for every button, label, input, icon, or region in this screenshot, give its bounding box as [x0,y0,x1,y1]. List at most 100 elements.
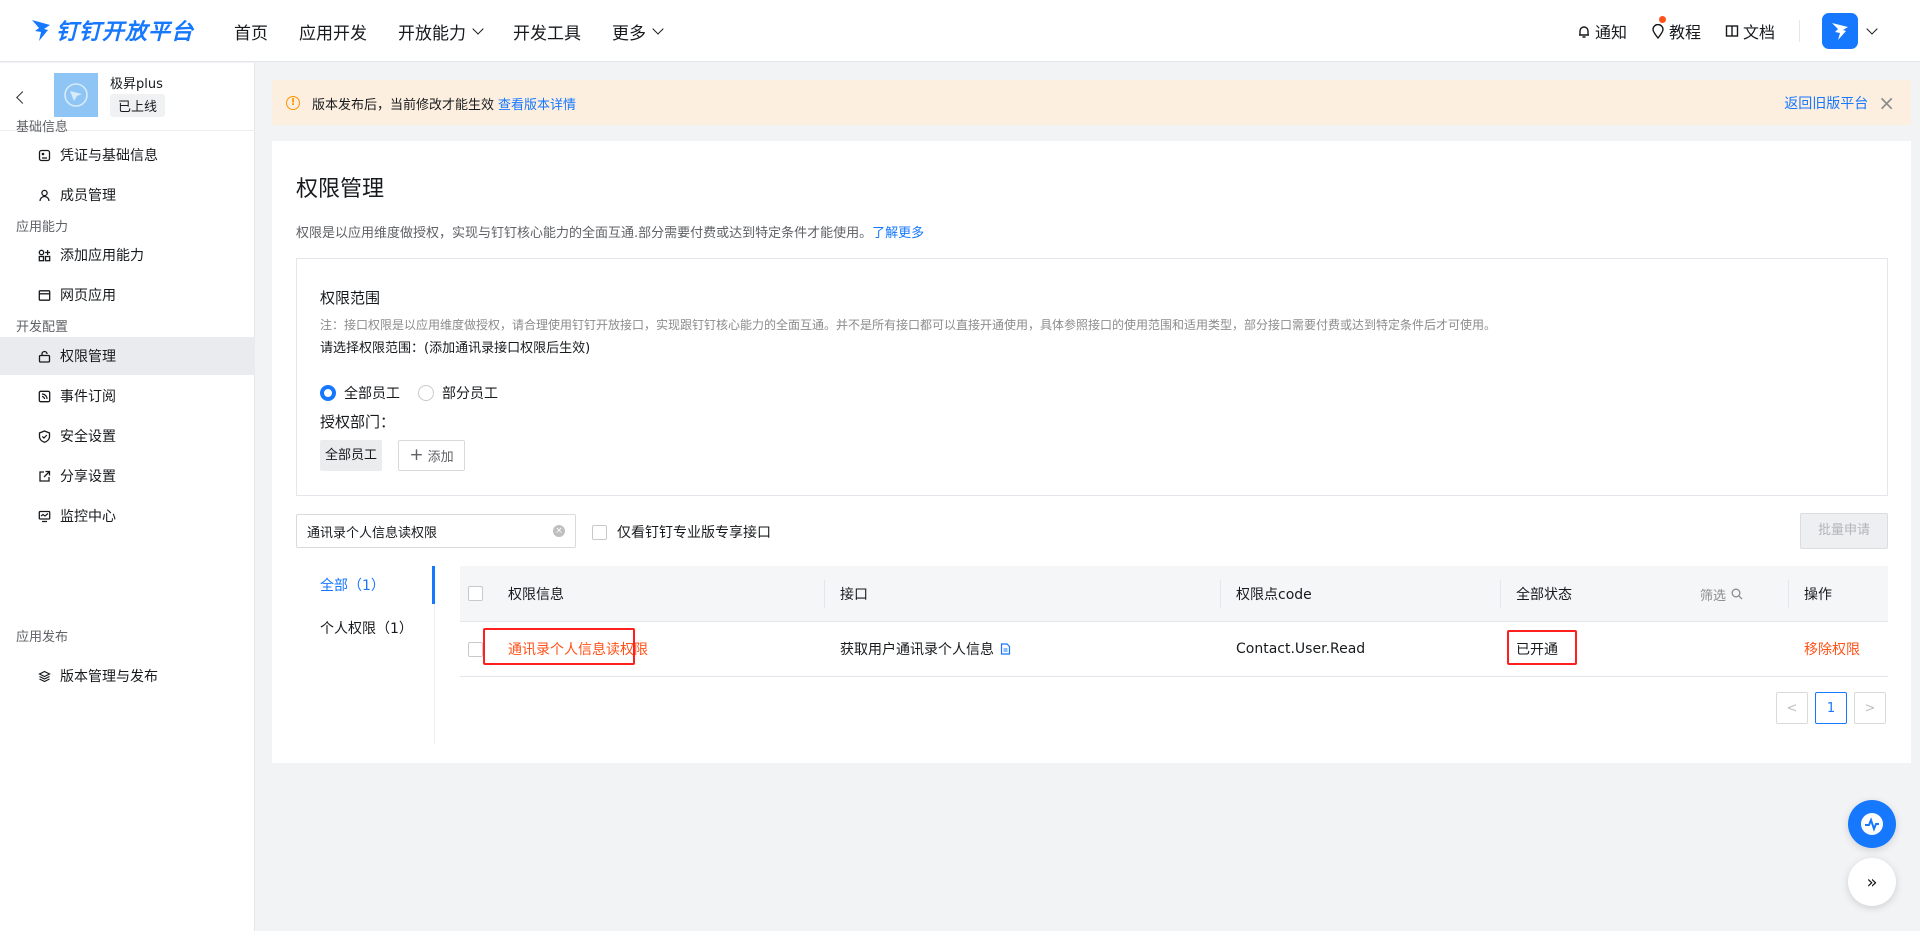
sidebar-item-web-app[interactable]: 网页应用 [0,276,255,314]
sidebar-item-label: 成员管理 [60,188,116,204]
section-dev-config: 开发配置 [16,320,69,335]
sidebar-item-members[interactable]: 成员管理 [0,176,255,214]
nav-open-ability-label: 开放能力 [398,23,466,44]
table-row: 通讯录个人信息读权限 获取用户通讯录个人信息 Contact.User.Read… [460,622,1888,677]
prev-page-button[interactable]: < [1776,692,1808,724]
column-divider [824,580,825,608]
nav-home[interactable]: 首页 [234,19,268,44]
add-dept-button[interactable]: + 添加 [398,440,465,471]
sidebar: 极昇plus 已上线 基础信息 凭证与基础信息 成员管理 应用能力 添加应用能力… [0,63,255,931]
scope-note: 注：接口权限是以应用维度做授权，请合理使用钉钉开放接口，实现跟钉钉核心能力的全面… [320,318,1497,332]
sidebar-item-security[interactable]: 安全设置 [0,417,255,455]
book-icon [1725,24,1739,37]
user-avatar[interactable] [1822,13,1858,49]
sidebar-item-versions[interactable]: 版本管理与发布 [0,657,255,695]
view-version-link[interactable]: 查看版本详情 [498,98,576,113]
col-api: 接口 [840,586,868,603]
sidebar-item-label: 凭证与基础信息 [60,148,158,164]
sidebar-item-monitor[interactable]: 监控中心 [0,497,255,535]
dingtalk-bird-icon [32,20,50,41]
docs-link[interactable]: 文档 [1725,19,1775,43]
app-icon [54,73,98,117]
page-description: 权限是以应用维度做授权，实现与钉钉核心能力的全面互通.部分需要付费或达到特定条件… [296,222,924,241]
app-status-badge: 已上线 [110,94,166,117]
nav-dev-tools[interactable]: 开发工具 [513,19,581,44]
row-checkbox[interactable] [468,641,483,657]
notify-label: 通知 [1594,23,1627,42]
highlight-box [1507,630,1577,665]
dingtalk-logo[interactable]: 钉钉开放平台 [30,12,194,48]
page-description-text: 权限是以应用维度做授权，实现与钉钉核心能力的全面互通.部分需要付费或达到特定条件… [296,226,873,241]
expand-button[interactable]: » [1848,858,1896,906]
page-1-button[interactable]: 1 [1815,692,1847,724]
sidebar-item-label: 添加应用能力 [60,248,144,264]
sidebar-item-label: 权限管理 [60,349,116,365]
tab-personal[interactable]: 个人权限（1） [320,618,413,638]
document-link-icon[interactable] [1000,643,1011,655]
select-all-checkbox[interactable] [468,586,483,601]
assistant-icon [1861,813,1883,835]
scope-title: 权限范围 [320,289,381,307]
banner-message: 版本发布后，当前修改才能生效 [312,98,495,113]
chevron-down-icon[interactable] [1866,23,1878,35]
filter-label: 筛选 [1700,588,1727,604]
column-divider [1220,580,1221,608]
section-app-release: 应用发布 [16,630,69,645]
docs-label: 文档 [1742,23,1775,42]
radio-part-employees[interactable] [418,385,434,401]
notify-link[interactable]: 通知 [1577,19,1627,43]
row-select-cell [468,622,483,676]
close-icon[interactable]: × [1878,93,1895,113]
only-pro-filter[interactable]: 仅看钉钉专业版专享接口 [592,522,771,542]
tutorial-label: 教程 [1668,23,1701,42]
radio-all-employees[interactable] [320,385,336,401]
divider [1799,20,1800,42]
tab-all[interactable]: 全部（1） [320,575,385,595]
nav-open-ability[interactable]: 开放能力 [398,19,484,44]
radio-all-label[interactable]: 全部员工 [344,383,400,403]
clear-icon[interactable]: × [553,525,565,537]
only-pro-checkbox[interactable] [592,524,607,540]
status-filter[interactable]: 筛选 [1700,566,1743,622]
rss-icon [38,390,51,402]
back-to-old-platform-link[interactable]: 返回旧版平台 [1784,93,1868,113]
only-pro-label: 仅看钉钉专业版专享接口 [617,525,771,541]
nav-app-dev[interactable]: 应用开发 [299,19,367,44]
remove-permission-link[interactable]: 移除权限 [1804,639,1860,659]
assistant-button[interactable] [1848,800,1896,848]
search-input[interactable] [297,515,527,547]
sidebar-item-label: 版本管理与发布 [60,669,158,685]
banner-text: 版本发布后，当前修改才能生效 查看版本详情 [312,94,576,113]
credential-icon [38,149,51,161]
new-badge-dot [1658,16,1666,23]
scope-select-label: 请选择权限范围：(添加通讯录接口权限后生效) [320,341,591,356]
sidebar-item-label: 事件订阅 [60,389,116,405]
sidebar-item-label: 监控中心 [60,509,116,525]
chevron-down-icon [652,23,664,35]
section-app-ability: 应用能力 [16,220,69,235]
sidebar-item-permissions[interactable]: 权限管理 [0,337,255,375]
sidebar-item-credentials[interactable]: 凭证与基础信息 [0,136,255,174]
next-page-button[interactable]: > [1854,692,1886,724]
sidebar-item-add-ability[interactable]: 添加应用能力 [0,236,255,274]
batch-apply-button[interactable]: 批量申请 [1800,513,1888,549]
cell-op: 移除权限 [1804,622,1860,676]
tutorial-link[interactable]: 教程 [1651,16,1701,43]
dingtalk-bird-icon [1832,23,1848,40]
back-arrow-icon[interactable] [16,91,29,104]
shield-icon [38,429,51,443]
top-right-actions: 通知 教程 文档 [1577,0,1920,62]
learn-more-link[interactable]: 了解更多 [872,226,924,241]
section-basic-info: 基础信息 [16,120,69,135]
app-logo-icon [64,83,88,107]
dept-tag: 全部员工 [320,440,382,471]
sidebar-item-share[interactable]: 分享设置 [0,457,255,495]
sidebar-item-events[interactable]: 事件订阅 [0,377,255,415]
nav-more[interactable]: 更多 [612,19,664,44]
share-icon [39,470,51,482]
pagination: < 1 > [1776,692,1886,724]
apps-add-icon [38,249,51,261]
select-all-cell [468,566,483,621]
location-pin-icon [1652,23,1664,39]
radio-part-label[interactable]: 部分员工 [442,383,498,403]
